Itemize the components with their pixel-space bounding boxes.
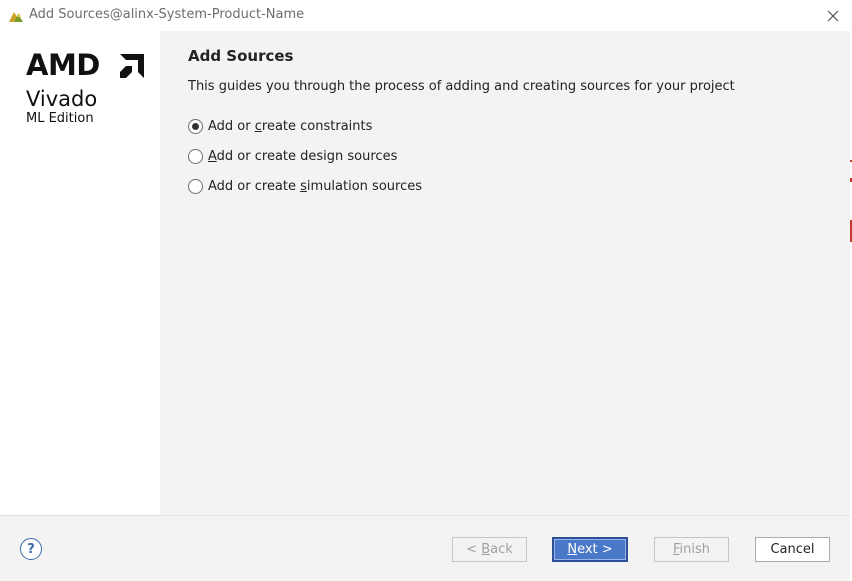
page-description: This guides you through the process of a… — [188, 79, 735, 94]
back-button[interactable]: < Back — [452, 537, 527, 562]
option-design-sources[interactable]: Add or create design sources — [188, 147, 397, 165]
dialog-footer: ? < Back Next > Finish Cancel — [0, 515, 850, 581]
next-label: Next > — [567, 542, 613, 557]
option-design-sources-label: Add or create design sources — [208, 148, 398, 164]
page-title: Add Sources — [188, 47, 294, 65]
help-button[interactable]: ? — [20, 538, 42, 560]
finish-label: Finish — [672, 542, 711, 557]
close-icon — [827, 10, 839, 21]
radio-constraints[interactable] — [188, 118, 203, 134]
help-icon: ? — [27, 541, 35, 557]
window-title: Add Sources@alinx-System-Product-Name — [29, 7, 305, 22]
add-sources-dialog: Add Sources@alinx-System-Product-Name AM… — [0, 0, 850, 581]
vivado-logo-icon — [9, 12, 23, 22]
radio-simulation-sources[interactable] — [188, 178, 203, 194]
close-button[interactable] — [816, 0, 850, 31]
back-label: < Back — [466, 542, 513, 557]
amd-arrow-logo-icon — [120, 54, 144, 78]
radio-design-sources[interactable] — [188, 148, 203, 164]
option-constraints[interactable]: Add or create constraints — [188, 117, 372, 135]
next-button[interactable]: Next > — [552, 537, 628, 562]
wizard-content: Add Sources This guides you through the … — [160, 31, 850, 515]
product-name: Vivado — [26, 87, 98, 111]
cancel-button[interactable]: Cancel — [755, 537, 830, 562]
option-simulation-sources[interactable]: Add or create simulation sources — [188, 177, 422, 195]
cancel-label: Cancel — [770, 542, 815, 557]
title-bar: Add Sources@alinx-System-Product-Name — [0, 0, 850, 31]
option-simulation-sources-label: Add or create simulation sources — [208, 178, 422, 194]
product-edition: ML Edition — [26, 111, 94, 126]
brand-panel: AMD Vivado ML Edition — [0, 31, 160, 515]
amd-wordmark: AMD — [26, 48, 100, 82]
finish-button[interactable]: Finish — [654, 537, 729, 562]
option-constraints-label: Add or create constraints — [208, 118, 373, 134]
